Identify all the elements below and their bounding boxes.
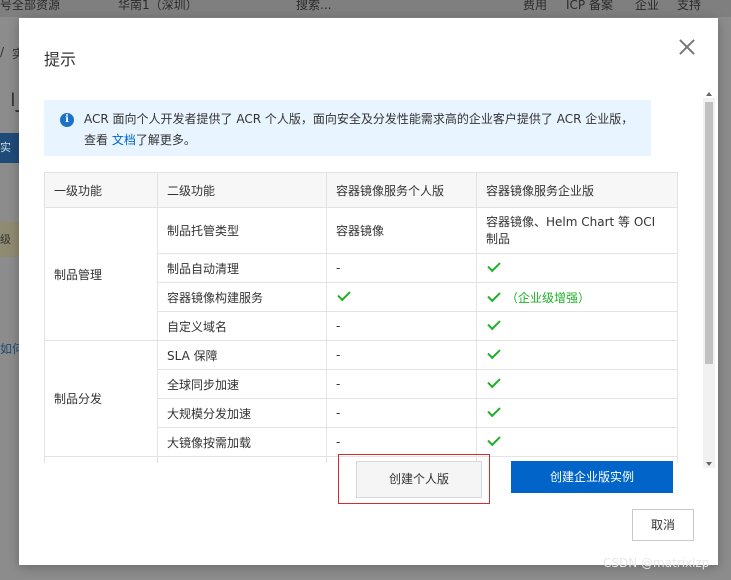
column-header: 二级功能: [157, 172, 327, 208]
resource-group-selector[interactable]: 号全部资源: [0, 0, 60, 13]
security-notice: 级安: [0, 222, 20, 257]
scrollbar-thumb[interactable]: [705, 102, 713, 364]
enterprise-note: （企业级增强）: [506, 290, 591, 305]
feature-cell: 大镜像按需加载: [157, 427, 327, 457]
dialog-body: i ACR 面向个人开发者提供了 ACR 个人版，面向安全及分发性能需求高的企业…: [19, 98, 718, 463]
check-icon: [487, 316, 501, 331]
group-cell: 制品分发: [44, 340, 158, 457]
info-icon: i: [60, 113, 74, 127]
column-header: 一级功能: [44, 172, 158, 208]
check-icon: [487, 345, 501, 360]
prompt-dialog: 提示 i ACR 面向个人开发者提供了 ACR 个人版，面向安全及分发性能需求高…: [19, 18, 718, 565]
feature-comparison-table: 一级功能 二级功能 容器镜像服务个人版 容器镜像服务企业版 制品管理 制品托管类…: [44, 172, 678, 463]
column-header: 容器镜像服务个人版: [326, 172, 477, 208]
scroll-up-icon[interactable]: [706, 92, 712, 96]
enterprise-cell: [476, 311, 678, 341]
column-header: 容器镜像服务企业版: [476, 172, 678, 208]
feature-cell: 全球同步加速: [157, 369, 327, 399]
personal-cell: -: [326, 311, 477, 341]
feature-cell: 制品托管类型: [157, 207, 327, 254]
check-icon: [487, 403, 501, 418]
group-cell: 制品管理: [44, 207, 158, 341]
notice-text-end: 了解更多。: [135, 133, 196, 147]
watermark: CSDN @matrixlzp: [603, 556, 710, 570]
highlight-annotation: [338, 454, 490, 504]
nav-support[interactable]: 支持: [677, 0, 701, 13]
dialog-title: 提示: [44, 50, 77, 69]
check-icon: [487, 432, 501, 447]
check-icon: [487, 288, 501, 302]
table-row: 制品管理 制品托管类型 容器镜像 容器镜像、Helm Chart 等 OCI 制…: [44, 207, 678, 341]
cancel-button[interactable]: 取消: [632, 509, 694, 541]
personal-cell: -: [326, 398, 477, 428]
create-enterprise-button[interactable]: 创建企业版实例: [511, 461, 673, 493]
personal-cell: -: [326, 340, 477, 370]
feature-cell: 制品自动清理: [157, 253, 327, 283]
nav-enterprise[interactable]: 企业: [635, 0, 659, 13]
docs-link[interactable]: 文档: [112, 133, 136, 147]
nav-billing[interactable]: 费用: [523, 0, 547, 13]
enterprise-cell: [476, 340, 678, 370]
table-cell: [44, 456, 158, 463]
create-instance-button[interactable]: 实例: [0, 133, 20, 163]
personal-cell: -: [326, 427, 477, 457]
close-icon[interactable]: [678, 38, 696, 56]
enterprise-cell: [476, 398, 678, 428]
check-icon: [487, 374, 501, 389]
table-row: 制品分发 SLA 保障 -: [44, 340, 678, 457]
breadcrumb: /: [0, 45, 5, 59]
top-navbar: 号全部资源 华南1（深圳） 搜索... 费用 ICP 备案 企业 支持: [0, 0, 731, 17]
personal-cell: [326, 282, 477, 312]
scroll-down-icon[interactable]: [706, 462, 712, 466]
enterprise-cell: 容器镜像、Helm Chart 等 OCI 制品: [476, 207, 678, 254]
feature-cell: 容器镜像构建服务: [157, 282, 327, 312]
enterprise-cell: （企业级增强）: [476, 282, 678, 312]
check-icon: [337, 287, 351, 302]
personal-cell: -: [326, 369, 477, 399]
enterprise-cell: [476, 253, 678, 283]
feature-cell: 大规模分发加速: [157, 398, 327, 428]
info-notice: i ACR 面向个人开发者提供了 ACR 个人版，面向安全及分发性能需求高的企业…: [44, 100, 651, 156]
feature-cell: 自定义域名: [157, 311, 327, 341]
enterprise-cell: [476, 427, 678, 457]
region-selector[interactable]: 华南1（深圳）: [118, 0, 198, 13]
personal-cell: -: [326, 253, 477, 283]
check-icon: [487, 258, 501, 273]
nav-icp[interactable]: ICP 备案: [566, 0, 613, 13]
feature-cell: SLA 保障: [157, 340, 327, 370]
dialog-scrollbar[interactable]: [703, 92, 715, 468]
search-input[interactable]: 搜索...: [296, 0, 331, 13]
personal-cell: 容器镜像: [326, 207, 477, 254]
table-cell: [157, 456, 327, 463]
enterprise-cell: [476, 369, 678, 399]
table-header-row: 一级功能 二级功能 容器镜像服务个人版 容器镜像服务企业版: [44, 172, 678, 208]
